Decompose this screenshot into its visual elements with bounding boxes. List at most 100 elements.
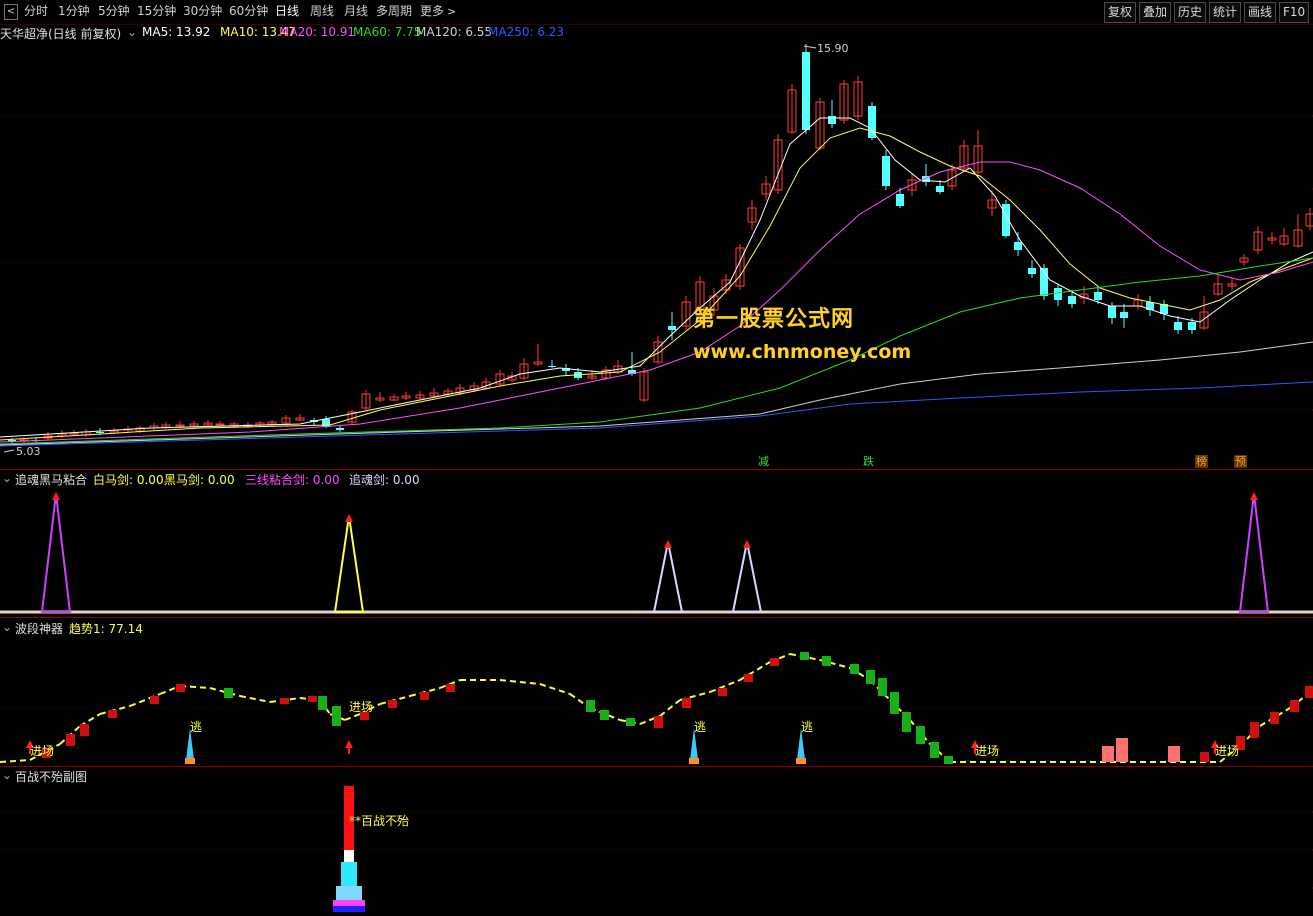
escape-signal-label: 逃 <box>190 720 203 734</box>
marker-bang: 榜 <box>1195 455 1208 468</box>
candle-body <box>1108 306 1116 318</box>
baizhan-label: **百战不殆 <box>349 814 410 828</box>
zhuihun-spike-tip <box>664 540 672 548</box>
candle-body <box>215 423 225 426</box>
salmon-bar <box>1168 746 1180 762</box>
candle-body <box>802 52 810 130</box>
candle-body <box>828 116 836 124</box>
wave-bar <box>930 742 939 758</box>
candle-body <box>1120 312 1128 318</box>
wave-bar <box>626 718 635 726</box>
wave-bar <box>108 710 117 718</box>
wave-bar <box>420 692 429 700</box>
wave-bar <box>718 688 727 696</box>
wave-bar <box>176 684 185 692</box>
rocket-flame-icon <box>185 758 195 764</box>
candle-body <box>868 106 876 138</box>
ma60-label: MA60: 7.75 <box>353 25 422 39</box>
wave-bar <box>280 698 289 704</box>
ma120-line <box>0 341 1313 446</box>
wave-bar <box>878 678 887 696</box>
panel-divider[interactable] <box>0 469 1313 470</box>
wave-bar <box>1305 686 1313 698</box>
chevron-down-icon[interactable]: ⌄ <box>2 471 12 485</box>
ma10-line <box>0 127 1313 441</box>
wave-bar <box>388 700 397 708</box>
high-price-label: 15.90 <box>817 42 849 55</box>
sanxian-spike-tip <box>52 492 60 500</box>
baima-spike <box>333 515 365 613</box>
trend-label: 趋势1: 77.14 <box>69 622 143 636</box>
wave-bar <box>1270 712 1279 724</box>
wave-bar <box>318 696 327 710</box>
sanxian-label: 三线粘合剑: 0.00 <box>245 473 340 487</box>
stock-title: 天华超净(日线 前复权) <box>0 27 122 41</box>
candle-body <box>896 194 904 206</box>
watermark-url: www.chnmoney.com <box>693 341 912 363</box>
wave-bar <box>80 724 89 736</box>
chevron-down-icon[interactable]: ⌄ <box>2 768 12 782</box>
low-pointer <box>3 449 15 453</box>
ma120-label: MA120: 6.55 <box>416 25 493 39</box>
salmon-bar <box>1116 738 1128 762</box>
wave-bar <box>890 692 899 714</box>
candle-body <box>1188 322 1196 330</box>
wave-bar <box>224 688 233 698</box>
ma20-line <box>0 161 1313 443</box>
panel-divider[interactable] <box>0 617 1313 618</box>
candle-body <box>1068 296 1076 304</box>
escape-signal-label: 逃 <box>801 720 814 734</box>
ma20-label: MA20: 10.91 <box>279 25 356 39</box>
candle-body <box>336 428 344 430</box>
baizhan-bar <box>341 862 357 886</box>
sanxian-spike-tip <box>1250 492 1258 500</box>
candle-body <box>1174 322 1182 330</box>
wave-bar <box>332 706 341 726</box>
rocket-flame-icon <box>689 758 699 764</box>
watermark-title: 第一股票公式网 <box>693 307 855 332</box>
baizhan-bar <box>333 900 365 906</box>
wave-bar <box>916 726 925 744</box>
entry-signal-label: 进场 <box>1215 744 1240 758</box>
candle-body <box>1054 288 1062 300</box>
marker-jian: 减 <box>758 455 769 468</box>
wave-bar <box>446 684 455 692</box>
wave-bar <box>654 716 663 728</box>
ma250-label: MA250: 6.23 <box>488 25 565 39</box>
candle-body <box>96 432 104 433</box>
baizhan-bar <box>344 850 354 862</box>
zhuihun-spike <box>731 541 763 613</box>
wave-bar <box>1290 700 1299 712</box>
wave-bar <box>866 670 875 684</box>
wave-line <box>239 695 271 703</box>
wave-line <box>539 683 571 695</box>
wave-bar <box>600 710 609 720</box>
sanxian-spike <box>40 493 72 613</box>
candle-body <box>175 424 185 427</box>
panel2-title: 追魂黑马粘合 <box>15 473 88 487</box>
candle-body <box>882 156 890 186</box>
wave-bar <box>586 700 595 712</box>
chevron-down-icon[interactable]: ⌄ <box>127 25 137 39</box>
kline-chart-canvas[interactable] <box>0 0 1313 916</box>
ma5-label: MA5: 13.92 <box>142 25 211 39</box>
wave-bar <box>682 698 691 708</box>
panel-divider[interactable] <box>0 766 1313 767</box>
salmon-bar <box>1102 746 1114 762</box>
candle-body <box>548 366 556 367</box>
candle-body <box>936 186 944 192</box>
wave-bar <box>308 696 317 702</box>
panel3-title: 波段神器 <box>15 622 64 636</box>
low-price-label: 5.03 <box>16 445 41 458</box>
wave-bar <box>902 712 911 732</box>
chevron-down-icon[interactable]: ⌄ <box>2 620 12 634</box>
candle-body <box>1014 242 1022 250</box>
baima-spike-tip <box>345 514 353 522</box>
wave-bar <box>150 696 159 704</box>
candle-body <box>1028 268 1036 274</box>
entry-signal-label: 进场 <box>30 744 55 758</box>
wave-bar <box>66 734 75 746</box>
wave-bar <box>850 664 859 674</box>
wave-bar <box>1200 752 1209 762</box>
escape-signal-label: 逃 <box>694 720 707 734</box>
